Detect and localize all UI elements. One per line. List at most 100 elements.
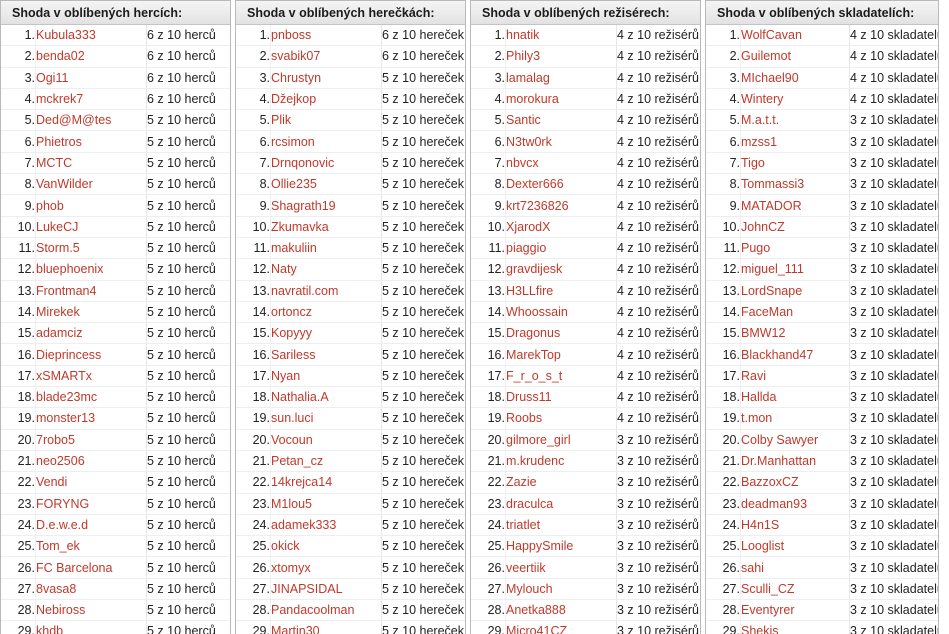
username-link[interactable]: Mylouch [506, 582, 553, 596]
username-link[interactable]: Colby Sawyer [741, 433, 818, 447]
username-link[interactable]: Ogi11 [36, 71, 68, 85]
username-link[interactable]: 14krejca14 [271, 475, 332, 489]
username-link[interactable]: pnboss [271, 28, 311, 42]
username-link[interactable]: adamciz [36, 326, 83, 340]
username-link[interactable]: gilmore_girl [506, 433, 571, 447]
username-link[interactable]: Anetka888 [506, 603, 566, 617]
username-link[interactable]: Eventyrer [741, 603, 795, 617]
username-link[interactable]: Tigo [741, 156, 765, 170]
username-link[interactable]: BMW12 [741, 326, 785, 340]
username-link[interactable]: HappySmile [506, 539, 573, 553]
username-link[interactable]: makuliin [271, 241, 317, 255]
username-link[interactable]: adamek333 [271, 518, 336, 532]
username-link[interactable]: Frontman4 [36, 284, 96, 298]
username-link[interactable]: monster13 [36, 411, 95, 425]
username-link[interactable]: Whoossain [506, 305, 568, 319]
username-link[interactable]: Tom_ek [36, 539, 80, 553]
username-link[interactable]: Dexter666 [506, 177, 564, 191]
username-link[interactable]: rcsimon [271, 135, 315, 149]
username-link[interactable]: Zazie [506, 475, 537, 489]
username-link[interactable]: miguel_111 [741, 262, 804, 276]
username-link[interactable]: blade23mc [36, 390, 97, 404]
username-link[interactable]: Micro41CZ [506, 624, 567, 634]
username-link[interactable]: svabik07 [271, 49, 320, 63]
username-link[interactable]: Džejkop [271, 92, 316, 106]
username-link[interactable]: okick [271, 539, 299, 553]
username-link[interactable]: JINAPSIDAL [271, 582, 343, 596]
username-link[interactable]: Dieprincess [36, 348, 101, 362]
username-link[interactable]: FORYNG [36, 497, 89, 511]
username-link[interactable]: Druss11 [506, 390, 552, 404]
username-link[interactable]: Nathalia.A [271, 390, 329, 404]
username-link[interactable]: sun.luci [271, 411, 313, 425]
username-link[interactable]: H4n1S [741, 518, 779, 532]
username-link[interactable]: Kopyyy [271, 326, 312, 340]
username-link[interactable]: LukeCJ [36, 220, 78, 234]
username-link[interactable]: Looglist [741, 539, 784, 553]
username-link[interactable]: Nyan [271, 369, 300, 383]
username-link[interactable]: xSMARTx [36, 369, 92, 383]
username-link[interactable]: Sculli_CZ [741, 582, 795, 596]
username-link[interactable]: MCTC [36, 156, 72, 170]
username-link[interactable]: mzss1 [741, 135, 777, 149]
username-link[interactable]: Petan_cz [271, 454, 323, 468]
username-link[interactable]: Storm.5 [36, 241, 80, 255]
username-link[interactable]: M.a.t.t. [741, 113, 779, 127]
username-link[interactable]: deadman93 [741, 497, 807, 511]
username-link[interactable]: draculca [506, 497, 553, 511]
username-link[interactable]: Santic [506, 113, 541, 127]
username-link[interactable]: Ravi [741, 369, 766, 383]
username-link[interactable]: Pandacoolman [271, 603, 354, 617]
username-link[interactable]: MATADOR [741, 199, 802, 213]
username-link[interactable]: FaceMan [741, 305, 793, 319]
username-link[interactable]: Plik [271, 113, 291, 127]
username-link[interactable]: Martin30 [271, 624, 320, 634]
username-link[interactable]: neo2506 [36, 454, 85, 468]
username-link[interactable]: D.e.w.e.d [36, 518, 88, 532]
username-link[interactable]: Vendi [36, 475, 67, 489]
username-link[interactable]: LordSnape [741, 284, 802, 298]
username-link[interactable]: Mirekek [36, 305, 80, 319]
username-link[interactable]: Chrustyn [271, 71, 321, 85]
username-link[interactable]: Nebiross [36, 603, 85, 617]
username-link[interactable]: Dragonus [506, 326, 560, 340]
username-link[interactable]: Hallda [741, 390, 776, 404]
username-link[interactable]: Blackhand47 [741, 348, 813, 362]
username-link[interactable]: nbvcx [506, 156, 539, 170]
username-link[interactable]: veertiik [506, 561, 546, 575]
username-link[interactable]: Pugo [741, 241, 770, 255]
username-link[interactable]: m.krudenc [506, 454, 564, 468]
username-link[interactable]: Phily3 [506, 49, 540, 63]
username-link[interactable]: FC Barcelona [36, 561, 112, 575]
username-link[interactable]: gravdijesk [506, 262, 562, 276]
username-link[interactable]: ortoncz [271, 305, 312, 319]
username-link[interactable]: N3tw0rk [506, 135, 552, 149]
username-link[interactable]: M1lou5 [271, 497, 312, 511]
username-link[interactable]: 7robo5 [36, 433, 75, 447]
username-link[interactable]: mckrek7 [36, 92, 83, 106]
username-link[interactable]: piaggio [506, 241, 546, 255]
username-link[interactable]: navratil.com [271, 284, 338, 298]
username-link[interactable]: Ollie235 [271, 177, 317, 191]
username-link[interactable]: Vocoun [271, 433, 313, 447]
username-link[interactable]: Shekis [741, 624, 779, 634]
username-link[interactable]: krt7236826 [506, 199, 569, 213]
username-link[interactable]: hnatik [506, 28, 539, 42]
username-link[interactable]: MarekTop [506, 348, 561, 362]
username-link[interactable]: Naty [271, 262, 297, 276]
username-link[interactable]: MIchael90 [741, 71, 799, 85]
username-link[interactable]: bluephoenix [36, 262, 103, 276]
username-link[interactable]: JohnCZ [741, 220, 785, 234]
username-link[interactable]: phob [36, 199, 64, 213]
username-link[interactable]: Phietros [36, 135, 82, 149]
username-link[interactable]: Kubula333 [36, 28, 96, 42]
username-link[interactable]: Sariless [271, 348, 315, 362]
username-link[interactable]: Wintery [741, 92, 783, 106]
username-link[interactable]: WolfCavan [741, 28, 802, 42]
username-link[interactable]: Roobs [506, 411, 542, 425]
username-link[interactable]: benda02 [36, 49, 85, 63]
username-link[interactable]: Guilemot [741, 49, 791, 63]
username-link[interactable]: xtomyx [271, 561, 311, 575]
username-link[interactable]: 8vasa8 [36, 582, 76, 596]
username-link[interactable]: BazzoxCZ [741, 475, 799, 489]
